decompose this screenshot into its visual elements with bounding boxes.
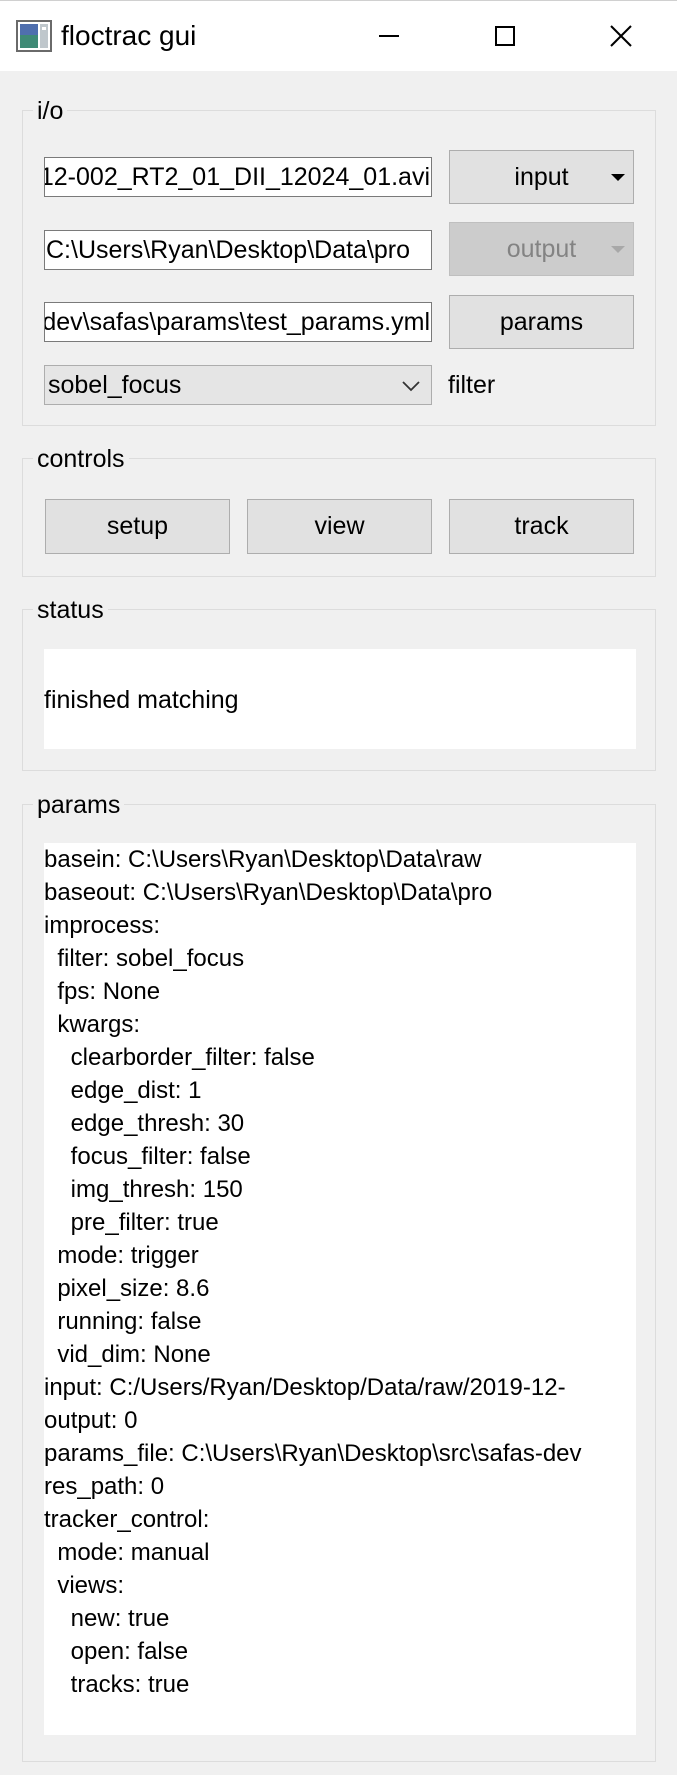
filter-select[interactable]: sobel_focus bbox=[44, 365, 432, 405]
filter-label: filter bbox=[448, 371, 496, 399]
dropdown-arrow-icon bbox=[611, 174, 625, 181]
output-path-text: C:\Users\Ryan\Desktop\Data\pro bbox=[46, 236, 411, 264]
dropdown-arrow-icon bbox=[611, 246, 625, 253]
output-button[interactable]: output bbox=[449, 222, 634, 276]
params-path-field[interactable]: C:\Users\Ryan\Desktop\src\safas-dev\safa… bbox=[44, 302, 432, 342]
input-path-text: C:/Users/Ryan/Desktop/Data/raw/2019-12-0… bbox=[44, 163, 430, 191]
status-text: finished matching bbox=[44, 686, 239, 714]
minimize-button[interactable] bbox=[342, 1, 436, 71]
status-group-label: status bbox=[33, 596, 108, 624]
io-group-label: i/o bbox=[33, 97, 68, 125]
maximize-icon bbox=[495, 26, 515, 46]
params-text: basein: C:\Users\Ryan\Desktop\Data\raw b… bbox=[44, 846, 582, 1698]
params-group-label: params bbox=[33, 791, 125, 819]
controls-group-label: controls bbox=[33, 445, 129, 473]
params-button[interactable]: params bbox=[449, 295, 634, 349]
output-button-label: output bbox=[506, 234, 577, 263]
status-display: finished matching bbox=[44, 649, 636, 749]
input-button[interactable]: input bbox=[449, 150, 634, 204]
params-button-label: params bbox=[499, 307, 584, 336]
close-button[interactable] bbox=[574, 1, 668, 71]
app-icon bbox=[16, 20, 52, 52]
title-bar: floctrac gui bbox=[0, 0, 677, 71]
maximize-button[interactable] bbox=[458, 1, 552, 71]
output-path-field[interactable]: C:\Users\Ryan\Desktop\Data\pro bbox=[44, 230, 432, 270]
input-path-field[interactable]: C:/Users/Ryan/Desktop/Data/raw/2019-12-0… bbox=[44, 157, 432, 197]
filter-select-value: sobel_focus bbox=[48, 371, 182, 399]
view-button[interactable]: view bbox=[247, 499, 432, 554]
track-button[interactable]: track bbox=[449, 499, 634, 554]
params-path-text: C:\Users\Ryan\Desktop\src\safas-dev\safa… bbox=[44, 308, 430, 336]
params-display[interactable]: basein: C:\Users\Ryan\Desktop\Data\raw b… bbox=[44, 843, 636, 1735]
input-button-label: input bbox=[514, 162, 569, 191]
chevron-down-icon bbox=[402, 381, 420, 392]
window-title: floctrac gui bbox=[61, 20, 197, 51]
close-icon bbox=[610, 25, 632, 47]
setup-button[interactable]: setup bbox=[45, 499, 230, 554]
minimize-icon bbox=[379, 35, 399, 37]
